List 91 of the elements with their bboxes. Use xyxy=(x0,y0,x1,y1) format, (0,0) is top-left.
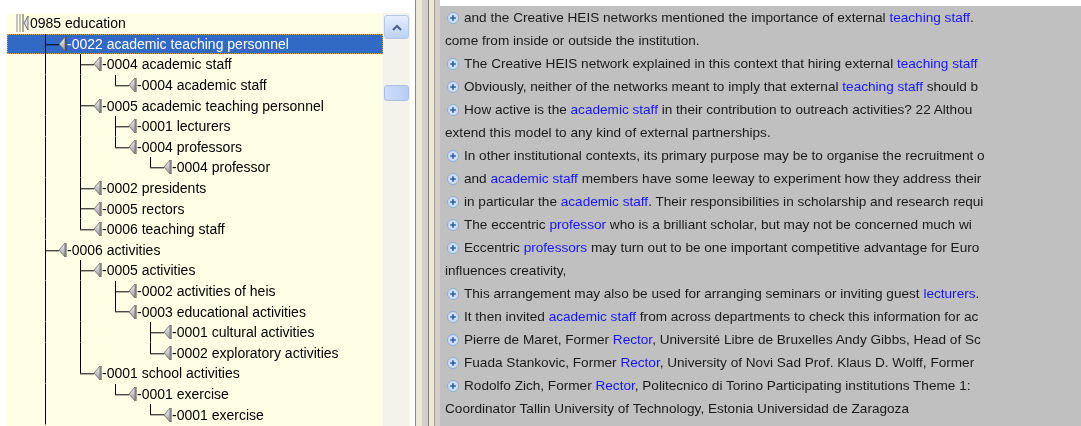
result-text: extend this model to any kind of external partnerships. xyxy=(444,125,771,140)
plus-icon[interactable] xyxy=(447,80,459,93)
result-text: Eccentric professors may turn out to be one important competitive advantage for Euro xyxy=(464,240,980,255)
plus-icon[interactable] xyxy=(447,218,459,231)
caret-icon xyxy=(391,23,402,31)
plus-icon[interactable] xyxy=(447,379,459,392)
result-text: In other institutional contexts, its primary purpose may be to organise the recruitment o xyxy=(464,148,985,163)
tree-item[interactable]: -0004 professor xyxy=(7,157,383,178)
term-link[interactable]: professors xyxy=(523,240,588,255)
result-text: come from inside or outside the institution. xyxy=(444,33,700,48)
triangle-icon xyxy=(163,405,172,424)
tree-item[interactable]: -0001 exercise xyxy=(7,383,383,405)
tree-item[interactable]: -0002 activities of heis xyxy=(7,280,383,302)
triangle-icon xyxy=(163,343,172,362)
term-link[interactable]: academic staff xyxy=(490,171,578,186)
term-link[interactable]: Rector xyxy=(595,378,635,393)
result-text: influences creativity, xyxy=(444,263,567,278)
triangle-icon xyxy=(128,76,137,95)
tree-item[interactable]: -0006 teaching staff xyxy=(7,218,383,240)
term-link[interactable]: teaching staff xyxy=(896,56,978,71)
result-text: The Creative HEIS network explained in this context that hiring external teaching staff xyxy=(464,56,978,71)
triangle-icon xyxy=(128,137,137,156)
triangle-icon xyxy=(128,302,137,321)
splitter[interactable] xyxy=(412,0,440,426)
triangle-icon xyxy=(128,385,137,403)
result-text: and academic staff members have some leeway to experiment how they address their xyxy=(464,171,982,186)
tree-connector xyxy=(45,198,94,219)
result-text: Pierre de Maret, Former Rector, Université Libre de Bruxelles Andy Gibbs, Head of Sc xyxy=(464,332,981,347)
tree-item[interactable]: -0005 academic teaching personnel xyxy=(7,95,383,116)
plus-icon[interactable] xyxy=(447,57,459,70)
plus-icon[interactable] xyxy=(447,356,459,369)
result-text: Coordinator Tallin University of Technology, Estonia Universidad de Zaragoza xyxy=(444,401,909,416)
result-text: and the Creative HEIS networks mentioned the importance of external teaching staff. xyxy=(464,10,974,25)
plus-icon[interactable] xyxy=(447,310,459,323)
tree-item[interactable]: -0001 lecturers xyxy=(7,115,383,137)
triangle-icon xyxy=(128,117,137,136)
tree-item[interactable]: -0006 activities xyxy=(7,239,383,261)
result-text: Obviously, neither of the networks meant to imply that external teaching staff should b xyxy=(464,79,979,94)
tree-item[interactable]: -0001 exercise xyxy=(7,404,383,425)
triangle-icon xyxy=(93,364,102,383)
term-link[interactable]: lecturers xyxy=(923,286,976,301)
triangle-icon xyxy=(93,220,102,239)
term-link[interactable]: academic staff xyxy=(560,194,649,209)
tree-item[interactable]: -0004 professors xyxy=(7,136,383,158)
tree-item[interactable]: -0004 academic staff xyxy=(7,54,383,75)
triangle-icon xyxy=(163,158,172,177)
term-link[interactable]: Rector xyxy=(620,355,660,370)
tree-item[interactable]: -0001 cultural activities xyxy=(7,321,383,343)
triangle-icon xyxy=(58,34,67,53)
triangle-icon xyxy=(93,261,102,280)
result-text: The eccentric professor who is a brilliant scholar, but may not be concerned much wi xyxy=(464,217,972,232)
tree-item[interactable]: -0004 academic staff xyxy=(7,74,383,96)
plus-icon[interactable] xyxy=(447,149,459,162)
tree-item[interactable]: -0022 academic teaching personnel xyxy=(7,33,383,55)
result-text: How active is the academic staff in their contribution to outreach activities? 22 Althou xyxy=(464,102,973,117)
scrollbar[interactable] xyxy=(383,13,410,426)
plus-icon[interactable] xyxy=(447,103,459,116)
result-text: Rodolfo Zich, Former Rector, Politecnico di Torino Participating institutions Theme 1: xyxy=(464,378,971,393)
triangle-icon xyxy=(93,96,102,115)
term-link[interactable]: academic staff xyxy=(548,309,637,324)
plus-icon[interactable] xyxy=(447,287,459,300)
scroll-up-button[interactable] xyxy=(384,15,409,39)
plus-icon[interactable] xyxy=(447,195,459,208)
triangle-icon xyxy=(93,179,102,198)
triangle-icon xyxy=(93,55,102,74)
plus-icon[interactable] xyxy=(447,11,459,24)
triangle-icon xyxy=(58,240,67,259)
root-marker-icon xyxy=(15,13,29,34)
result-text: This arrangement may also be used for arranging seminars or inviting guest lecturers. xyxy=(464,286,980,301)
plus-icon[interactable] xyxy=(447,241,459,254)
triangle-icon xyxy=(128,282,137,300)
triangle-icon xyxy=(163,323,172,342)
tree-item[interactable]: -0002 presidents xyxy=(7,177,383,199)
scroll-thumb[interactable] xyxy=(384,85,409,101)
plus-icon[interactable] xyxy=(447,172,459,185)
term-link[interactable]: teaching staff xyxy=(842,79,923,94)
tree-item[interactable]: -0005 rectors xyxy=(7,198,383,219)
triangle-icon xyxy=(93,199,102,218)
plus-icon[interactable] xyxy=(447,333,459,346)
tree-item[interactable]: -0001 school activities xyxy=(7,363,383,384)
tree-item[interactable]: 0985 education xyxy=(7,13,383,34)
tree-item[interactable]: -0003 educational activities xyxy=(7,301,383,322)
result-text: Fuada Stankovic, Former Rector, University of Novi Sad Prof. Klaus D. Wolff, Former xyxy=(464,355,975,370)
term-link[interactable]: teaching staff xyxy=(889,10,971,25)
result-text: It then invited academic staff from across departments to check this information for ac xyxy=(464,309,979,324)
term-link[interactable]: academic staff xyxy=(570,102,658,117)
tree-item[interactable]: -0005 activities xyxy=(7,260,383,281)
term-link[interactable]: Rector xyxy=(612,332,653,347)
result-text: in particular the academic staff. Their responsibilities in scholarship and research requi xyxy=(464,194,984,209)
tree-item[interactable]: -0002 exploratory activities xyxy=(7,342,383,364)
term-link[interactable]: professor xyxy=(549,217,607,232)
